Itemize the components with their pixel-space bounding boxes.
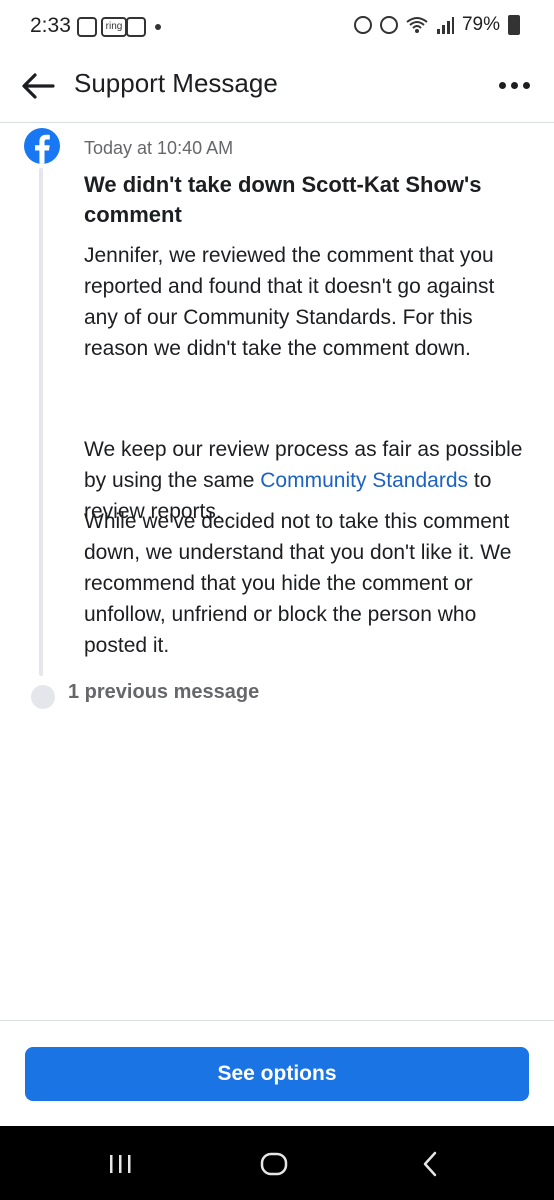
- signal-icon: [436, 17, 454, 34]
- mail-notification-icon: [126, 16, 146, 38]
- chevron-left-icon: [423, 1151, 437, 1177]
- recent-apps-icon: [110, 1155, 131, 1173]
- system-back-button[interactable]: [400, 1144, 460, 1184]
- wifi-icon: [406, 17, 428, 33]
- recent-apps-button[interactable]: [90, 1144, 150, 1184]
- facebook-logo-icon: [24, 128, 60, 164]
- see-options-button[interactable]: See options: [25, 1047, 529, 1101]
- more-dots-icon: [498, 81, 506, 89]
- lock-icon: [353, 16, 372, 34]
- back-button[interactable]: [18, 66, 58, 106]
- battery-icon: [508, 15, 520, 35]
- more-notifications-dot-icon: [155, 16, 161, 38]
- more-options-button[interactable]: [494, 70, 534, 100]
- status-bar: 2:33 ring 79%: [0, 0, 554, 56]
- home-icon: [260, 1152, 288, 1176]
- message-paragraph-1: Jennifer, we reviewed the comment that y…: [84, 244, 495, 360]
- bottom-divider: [0, 1020, 554, 1021]
- message-paragraph-3: While we've decided not to take this com…: [84, 510, 512, 657]
- thread-line: [39, 168, 43, 676]
- home-button[interactable]: [244, 1144, 304, 1184]
- top-app-bar: Support Message: [0, 56, 554, 123]
- previous-message-link[interactable]: 1 previous message: [68, 681, 259, 704]
- status-icons: 79%: [353, 14, 520, 36]
- alarm-icon: [379, 16, 398, 34]
- message-timestamp: Today at 10:40 AM: [84, 138, 234, 158]
- message-title: We didn't take down Scott-Kat Show's com…: [84, 172, 482, 227]
- system-navigation-bar: [0, 1126, 554, 1200]
- battery-percent: 79%: [461, 14, 500, 35]
- gallery-notification-icon: [77, 16, 97, 38]
- page-title: Support Message: [74, 68, 278, 98]
- ring-notification-icon: ring: [101, 16, 127, 38]
- arrow-left-icon: [22, 73, 55, 99]
- status-time: 2:33: [30, 14, 71, 37]
- previous-message-dot: [31, 685, 55, 709]
- community-standards-link[interactable]: Community Standards: [260, 469, 468, 492]
